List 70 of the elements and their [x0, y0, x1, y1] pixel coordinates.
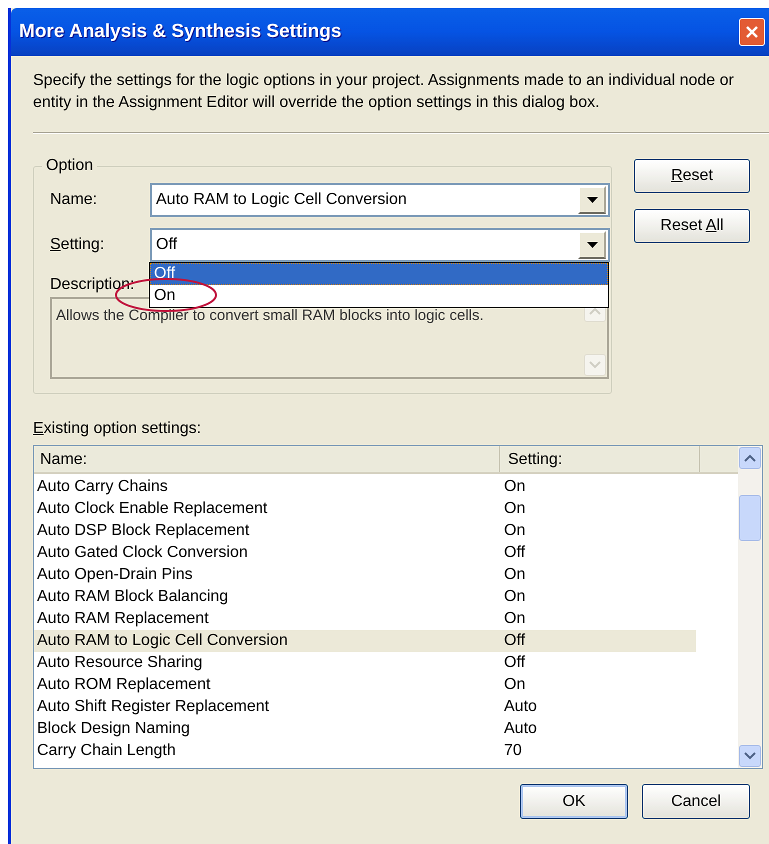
chevron-up-icon [589, 307, 601, 315]
option-name: Auto Clock Enable Replacement [36, 499, 268, 519]
reset-button[interactable]: Reset All [634, 209, 750, 243]
field-label: Setting: [50, 235, 106, 255]
dropdown-button[interactable] [578, 186, 606, 214]
close-button[interactable] [739, 18, 765, 46]
option-name: Auto Gated Clock Conversion [36, 543, 249, 563]
list-row[interactable]: Auto Open-Drain Pins On [34, 564, 696, 586]
chevron-up-icon [744, 454, 756, 462]
option-name: Auto Carry Chains [36, 477, 169, 497]
option-setting: On [504, 675, 526, 695]
list-row[interactable]: Auto RAM Block Balancing On [34, 586, 696, 608]
option-name: Auto ROM Replacement [36, 675, 212, 695]
chevron-down-icon [744, 752, 756, 760]
scroll-thumb[interactable] [739, 495, 761, 541]
description-text: Allows the Compiler to convert small RAM blocks into logic cells. [55, 306, 485, 326]
option-setting: Off [504, 543, 526, 563]
list-row[interactable]: Auto RAM Replacement On [34, 608, 696, 630]
option-name: Auto Resource Sharing [36, 653, 204, 673]
setting-dropdown[interactable]: Off [150, 228, 610, 262]
option-setting: On [504, 587, 526, 607]
chevron-down-icon [589, 361, 601, 369]
option-setting: Auto [504, 719, 537, 739]
cancel-button[interactable]: Cancel [642, 784, 750, 819]
option-setting: Off [504, 631, 526, 651]
list-row[interactable]: Block Design Naming Auto [34, 718, 696, 740]
option-name: Auto Shift Register Replacement [36, 697, 270, 717]
window-title: More Analysis & Synthesis Settings [19, 20, 342, 44]
option-name: Auto RAM Replacement [36, 609, 210, 629]
option-setting: Auto [504, 697, 537, 717]
group-title: Option [42, 156, 98, 176]
option-name: Auto DSP Block Replacement [36, 521, 250, 541]
dropdown-option[interactable]: On [150, 285, 608, 307]
option-name: Block Design Naming [36, 719, 191, 739]
section-label: Existing option settings: [33, 419, 202, 439]
list-row[interactable]: Auto Resource Sharing Off [34, 652, 696, 674]
ok-button[interactable]: OK [520, 784, 628, 819]
option-setting: On [504, 477, 526, 497]
close-icon [745, 25, 759, 39]
name-dropdown[interactable]: Auto RAM to Logic Cell Conversion [150, 183, 610, 217]
option-setting: Off [504, 653, 526, 673]
field-label: Name: [50, 190, 98, 210]
list-row[interactable]: Auto ROM Replacement On [34, 674, 696, 696]
list-row[interactable]: Auto RAM to Logic Cell Conversion Off [34, 630, 696, 652]
list-row[interactable]: Auto DSP Block Replacement On [34, 520, 696, 542]
option-setting: On [504, 565, 526, 585]
dropdown-option[interactable]: Off [150, 263, 608, 285]
caret-icon [586, 197, 598, 203]
option-setting: On [504, 521, 526, 541]
caret-icon [586, 242, 598, 248]
option-name: Auto RAM to Logic Cell Conversion [36, 631, 289, 651]
list-row[interactable]: Carry Chain Length 70 [34, 740, 696, 762]
column-header[interactable]: Name: [34, 446, 500, 472]
list-row[interactable]: Auto Clock Enable Replacement On [34, 498, 696, 520]
option-name: Auto Open-Drain Pins [36, 565, 194, 585]
reset-button[interactable]: Reset [634, 159, 750, 193]
option-name: Carry Chain Length [36, 741, 177, 761]
list-row[interactable]: Auto Carry Chains On [34, 476, 696, 498]
option-setting: On [504, 609, 526, 629]
list-row[interactable]: Auto Gated Clock Conversion Off [34, 542, 696, 564]
list-row[interactable]: Auto Shift Register Replacement Auto [34, 696, 696, 718]
option-setting: On [504, 499, 526, 519]
scrollbar[interactable] [738, 446, 762, 768]
intro-text: Specify the settings for the logic options in your project. Assignments made to an individual node or entity in the Assignment Editor will override the option settings in this dialog box. [33, 71, 735, 113]
option-setting: 70 [504, 741, 522, 761]
field-label: Description: [50, 275, 134, 295]
option-name: Auto RAM Block Balancing [36, 587, 230, 607]
scroll-down-button[interactable] [739, 745, 761, 767]
column-header[interactable]: Setting: [500, 446, 700, 472]
dropdown-button[interactable] [578, 231, 606, 259]
